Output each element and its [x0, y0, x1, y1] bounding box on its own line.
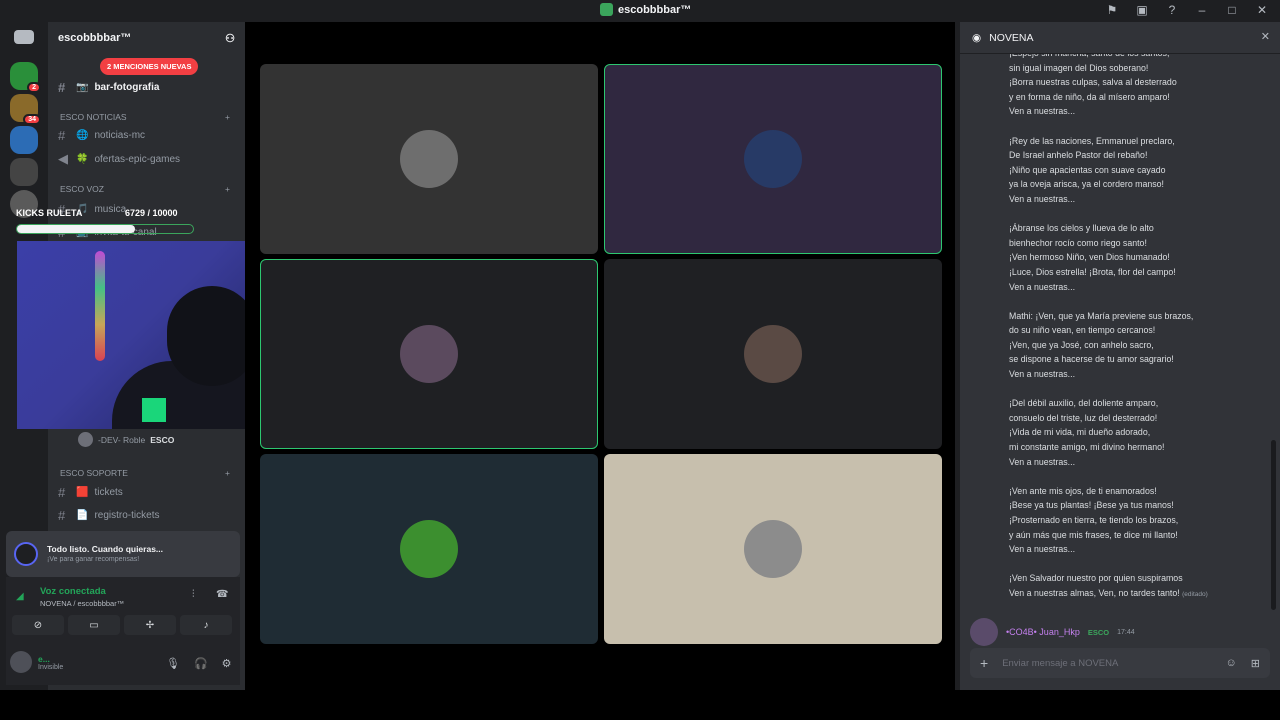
message-text: ¡Espejo sin mancha, santo de los santos,…	[1009, 54, 1208, 598]
attach-plus-icon[interactable]: +	[980, 655, 988, 671]
activities-button[interactable]: ✢	[124, 615, 176, 635]
window-title: escobbbbar™	[600, 3, 691, 16]
microphone-icon[interactable]: 🎙	[166, 657, 180, 670]
title-bar: escobbbbar™ ⚑ ▣ ? – □ ✕	[0, 0, 1280, 22]
mentions-badge[interactable]: 2 MENCIONES NUEVAS	[100, 58, 199, 75]
help-icon[interactable]: ?	[1164, 3, 1180, 17]
composer-placeholder[interactable]: Enviar mensaje a NOVENA	[1002, 658, 1118, 669]
participant-tile[interactable]	[604, 64, 942, 254]
maximize-button[interactable]: □	[1224, 3, 1240, 17]
hash-icon: #	[58, 485, 66, 500]
participant-tile[interactable]	[604, 454, 942, 644]
headphones-icon[interactable]: 🎧	[194, 657, 208, 670]
server-icon[interactable]: 34	[10, 94, 41, 125]
avatar[interactable]	[970, 618, 998, 646]
avatar	[78, 432, 93, 447]
message-list: ¡Espejo sin mancha, santo de los santos,…	[960, 54, 1270, 606]
participant-tile[interactable]	[260, 64, 598, 254]
emoji-icon[interactable]: ☺	[1226, 657, 1237, 670]
close-icon[interactable]: ✕	[1261, 30, 1270, 43]
kicks-progress-bar	[16, 224, 194, 234]
invite-people-icon[interactable]: ⚇	[225, 32, 235, 45]
video-grid	[245, 22, 955, 690]
voice-panel: ◢ Voz conectada NOVENA / escobbbbar™ ⫶ ☎…	[6, 577, 240, 685]
inbox-icon[interactable]: ▣	[1134, 3, 1150, 17]
category-header[interactable]: ESCO NOTICIAS +	[60, 112, 230, 122]
channel-bar-fotografia[interactable]: # 📷 bar-fotografia	[58, 80, 159, 95]
participant-tile[interactable]	[604, 259, 942, 449]
quest-icon	[14, 542, 38, 566]
kicks-progress-fill	[17, 225, 135, 233]
hash-icon: #	[58, 508, 66, 523]
avatar	[400, 325, 458, 383]
avatar	[400, 130, 458, 188]
led-lights	[95, 251, 105, 361]
channel-registro-tickets[interactable]: # 📄 registro-tickets	[58, 508, 159, 523]
person-head	[167, 286, 257, 386]
flag-icon[interactable]: ⚑	[1104, 3, 1120, 17]
signal-icon[interactable]: ◢	[16, 591, 24, 602]
noise-suppression-icon[interactable]: ⫶	[192, 589, 195, 600]
thread-panel: ◉ NOVENA ✕ ¡Espejo sin mancha, santo de …	[960, 22, 1280, 690]
close-window-button[interactable]: ✕	[1254, 3, 1270, 17]
avatar	[10, 651, 32, 673]
bottom-strip	[0, 690, 1280, 720]
avatar	[744, 520, 802, 578]
kicks-count: 6729 / 10000	[125, 208, 178, 218]
user-panel[interactable]: e... Invisible	[10, 651, 63, 673]
participant-tile[interactable]	[260, 454, 598, 644]
quest-banner[interactable]: Todo listo. Cuando quieras... ¡Ve para g…	[6, 531, 240, 577]
channel-ofertas-epic-games[interactable]: ◀ 🍀 ofertas-epic-games	[58, 151, 180, 167]
plus-icon[interactable]: +	[225, 184, 230, 194]
apps-icon[interactable]: ⊞	[1251, 657, 1260, 670]
kicks-label: KICKS RULETA	[16, 208, 83, 218]
app-logo-icon	[600, 3, 613, 16]
discord-home-icon[interactable]	[14, 30, 34, 44]
thread-header: ◉ NOVENA ✕	[960, 22, 1280, 54]
soundboard-button[interactable]: ♪	[180, 615, 232, 635]
green-light	[142, 398, 166, 422]
plus-icon[interactable]: +	[225, 468, 230, 478]
hash-icon: #	[58, 128, 66, 143]
voice-member[interactable]: -DEV- Roble ESCO	[78, 432, 174, 447]
server-icon[interactable]	[10, 158, 38, 186]
camera-button[interactable]: ⊘	[12, 615, 64, 635]
message-header: •CO4B• Juan_Hkp ESCO 17:44	[970, 618, 1135, 646]
channel-noticias-mc[interactable]: # 🌐 noticias-mc	[58, 128, 145, 143]
disconnect-icon[interactable]: ☎	[216, 589, 228, 600]
server-icon[interactable]: 2	[10, 62, 41, 93]
avatar	[744, 325, 802, 383]
scrollbar[interactable]	[1271, 440, 1276, 610]
megaphone-icon: ◀	[58, 151, 68, 166]
category-header[interactable]: ESCO VOZ +	[60, 184, 230, 194]
minimize-button[interactable]: –	[1194, 3, 1210, 17]
category-header[interactable]: ESCO SOPORTE +	[60, 468, 230, 478]
settings-gear-icon[interactable]: ⚙	[222, 657, 232, 670]
server-header[interactable]: escobbbbar™ ⚇	[48, 22, 245, 54]
channel-tickets[interactable]: # 🟥 tickets	[58, 485, 123, 500]
participant-tile[interactable]	[260, 259, 598, 449]
server-icon[interactable]	[10, 126, 38, 154]
message-composer[interactable]: + Enviar mensaje a NOVENA ☺ ⊞	[970, 648, 1270, 678]
thread-icon: ◉	[972, 31, 982, 44]
screen-share-button[interactable]: ▭	[68, 615, 120, 635]
plus-icon[interactable]: +	[225, 112, 230, 122]
hash-icon: #	[58, 80, 66, 95]
edited-label: (editado)	[1182, 590, 1208, 598]
avatar	[400, 520, 458, 578]
avatar	[744, 130, 802, 188]
